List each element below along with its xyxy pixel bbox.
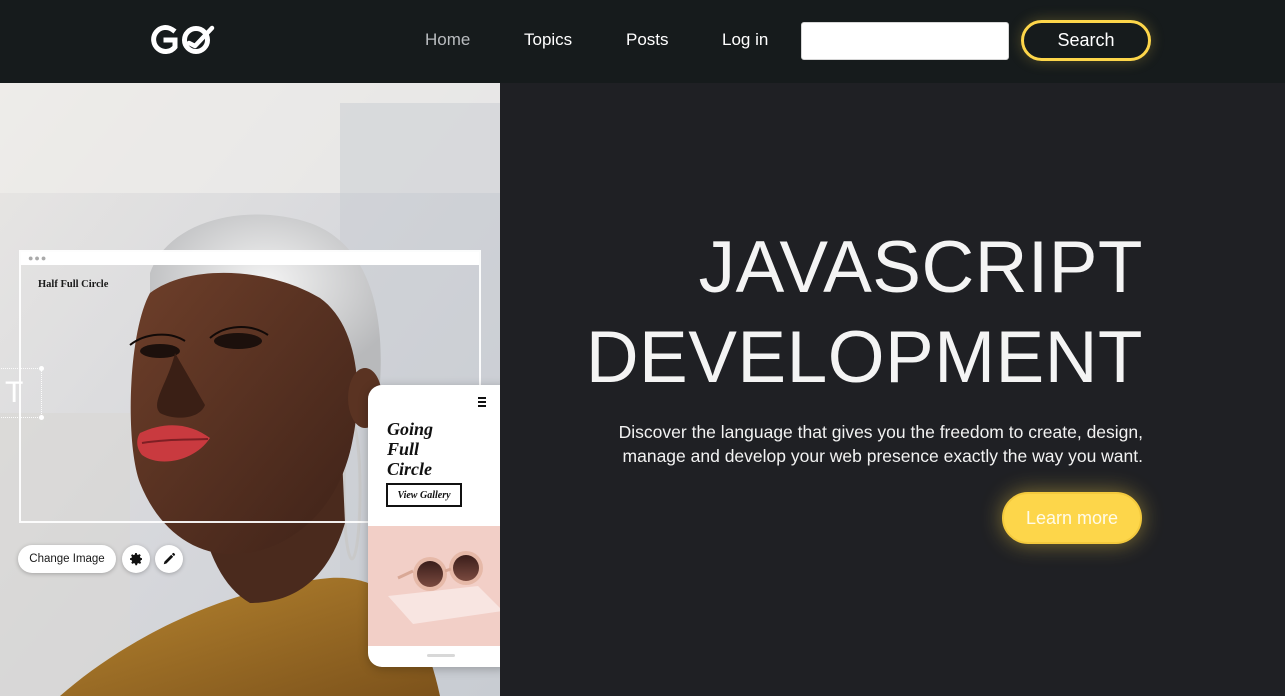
phone-preview-title: Going Full Circle (387, 419, 434, 479)
search-input[interactable] (801, 22, 1009, 60)
hero-headline-line2: DEVELOPMENT (585, 317, 1143, 398)
text-tool-box[interactable]: T (0, 366, 44, 420)
hero-subtitle-line1: Discover the language that gives you the… (618, 422, 1143, 442)
pencil-icon (163, 552, 176, 565)
edit-button[interactable] (155, 545, 183, 573)
hero-image-panel: ●●● Half Full Circle T Change Image Goin… (0, 83, 500, 696)
editor-frame-title: Half Full Circle (38, 279, 109, 290)
learn-more-button[interactable]: Learn more (1002, 492, 1142, 544)
hero-subtitle: Discover the language that gives you the… (583, 420, 1143, 468)
hero-headline: JAVASCRIPT DEVELOPMENT (586, 223, 1143, 403)
view-gallery-button[interactable]: View Gallery (386, 483, 462, 507)
hero-text-panel: JAVASCRIPT DEVELOPMENT Discover the lang… (500, 83, 1285, 696)
settings-button[interactable] (122, 545, 150, 573)
resize-handle-top-right[interactable] (39, 366, 44, 371)
nav-posts-link[interactable]: Posts (626, 30, 669, 50)
top-navbar: Home Topics Posts Log in Search (0, 0, 1285, 83)
window-dots-icon: ●●● (28, 253, 48, 263)
change-image-button[interactable]: Change Image (18, 545, 116, 573)
nav-home-link[interactable]: Home (425, 30, 470, 50)
sunglasses-image (368, 526, 500, 646)
hero-headline-line1: JAVASCRIPT (698, 227, 1143, 308)
phone-preview: Going Full Circle View Gallery (368, 385, 500, 667)
hamburger-menu-icon[interactable] (478, 397, 492, 409)
search-button[interactable]: Search (1021, 20, 1151, 61)
phone-home-indicator (427, 654, 455, 657)
text-tool-icon: T (5, 376, 24, 409)
hero-subtitle-line2: manage and develop your web presence exa… (622, 446, 1143, 466)
nav-login-link[interactable]: Log in (722, 30, 768, 50)
resize-handle-bottom-right[interactable] (39, 415, 44, 420)
editor-topbar: ●●● (21, 252, 479, 265)
go-logo[interactable] (151, 22, 217, 58)
gear-icon (130, 553, 142, 566)
nav-topics-link[interactable]: Topics (524, 30, 572, 50)
